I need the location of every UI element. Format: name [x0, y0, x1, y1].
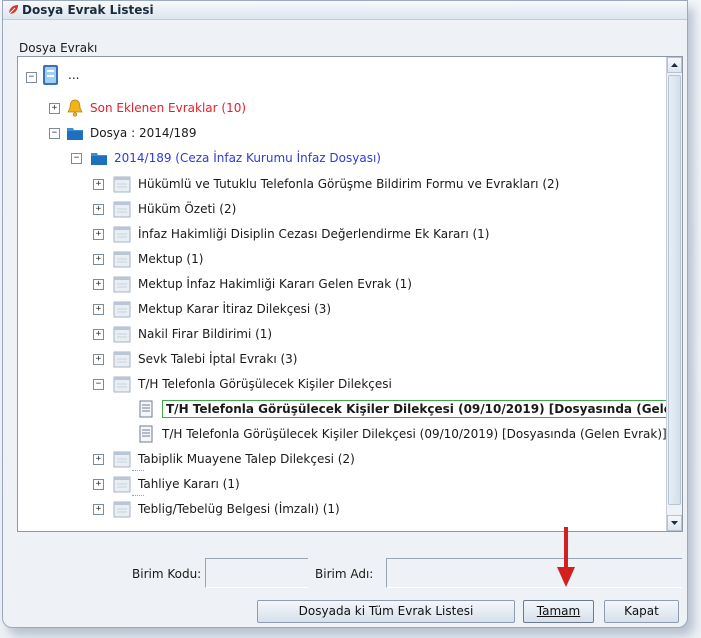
document-icon [113, 276, 131, 293]
tree-item-label: T/H Telefonla Görüşülecek Kişiler Dilekç… [162, 427, 667, 441]
group-label: Dosya Evrakı [19, 41, 98, 55]
tree-item-category[interactable]: Tahliye Kararı (1) [112, 473, 240, 495]
tree-item-category[interactable]: Nakil Firar Bildirimi (1) [112, 323, 272, 345]
vertical-scrollbar[interactable] [666, 57, 682, 531]
tree-item-category[interactable]: T/H Telefonla Görüşülecek Kişiler Dilekç… [112, 373, 392, 395]
tree-item-category[interactable]: İnfaz Hakimliği Disiplin Cezası Değerlen… [112, 223, 489, 245]
scroll-down-button[interactable] [667, 515, 682, 531]
document-icon [113, 251, 131, 268]
tree-item-label: 2014/189 (Ceza İnfaz Kurumu İnfaz Dosyas… [114, 151, 381, 165]
tree-item-label: Dosya : 2014/189 [90, 126, 197, 140]
tree-root-label: ... [68, 68, 80, 82]
document-icon [139, 400, 153, 418]
document-icon [139, 425, 153, 443]
unit-fields: Birim Kodu: Birim Adı: [17, 555, 682, 589]
tree-item-label: Mektup (1) [138, 252, 204, 266]
app-leaf-icon [8, 5, 18, 15]
tree-item-label: Tahliye Kararı (1) [138, 477, 240, 491]
scrollbar-thumb[interactable] [668, 75, 681, 505]
tree-connector [132, 470, 144, 471]
tree-item-label: İnfaz Hakimliği Disiplin Cezası Değerlen… [138, 227, 490, 241]
expand-toggle[interactable]: + [93, 279, 104, 290]
birim-kodu-label: Birim Kodu: [132, 567, 202, 581]
tree-item-label: Hüküm Özeti (2) [138, 202, 237, 216]
arrow-up-icon [671, 63, 678, 67]
document-tree[interactable]: − ... + Son Eklenen Evraklar (10) − Dosy… [17, 56, 683, 532]
window-title: Dosya Evrak Listesi [22, 3, 154, 17]
tree-item-category[interactable]: Mektup Karar İtiraz Dilekçesi (3) [112, 298, 331, 320]
tree-item-category[interactable]: Sevk Talebi İptal Evrakı (3) [112, 348, 297, 370]
all-documents-list-button[interactable]: Dosyada ki Tüm Evrak Listesi [257, 600, 515, 623]
document-icon [113, 501, 131, 518]
expand-toggle[interactable]: + [93, 254, 104, 265]
tree-item-category[interactable]: Teblig/Tebelüg Belgesi (İmzalı) (1) [112, 498, 340, 520]
document-icon [113, 376, 131, 393]
bottom-panel: Birim Kodu: Birim Adı: Dosyada ki Tüm Ev… [17, 531, 682, 623]
document-icon [113, 351, 131, 368]
title-bar[interactable]: Dosya Evrak Listesi [3, 1, 687, 20]
tree-item-label: Tabiplik Muayene Talep Dilekçesi (2) [138, 452, 355, 466]
birim-adi-label: Birim Adı: [315, 567, 374, 581]
tree-item-label: Mektup İnfaz Hakimliği Kararı Gelen Evra… [138, 277, 412, 291]
tree-item-recent[interactable]: Son Eklenen Evraklar (10) [66, 97, 246, 119]
birim-adi-field[interactable] [386, 558, 682, 588]
collapse-toggle[interactable]: − [49, 128, 60, 139]
tree-item-label: Son Eklenen Evraklar (10) [90, 101, 247, 115]
bell-icon [67, 99, 83, 117]
collapse-toggle[interactable]: − [93, 379, 104, 390]
tree-content: − ... + Son Eklenen Evraklar (10) − Dosy… [18, 57, 682, 531]
tree-item-category[interactable]: Mektup İnfaz Hakimliği Kararı Gelen Evra… [112, 273, 412, 295]
expand-toggle[interactable]: + [93, 354, 104, 365]
birim-kodu-field[interactable] [205, 558, 308, 588]
tree-item-label: T/H Telefonla Görüşülecek Kişiler Dilekç… [162, 400, 682, 418]
expand-toggle[interactable]: + [93, 329, 104, 340]
document-icon [113, 326, 131, 343]
tree-item-category[interactable]: Hüküm Özeti (2) [112, 198, 236, 220]
expand-toggle[interactable]: + [93, 304, 104, 315]
tree-item-label: Nakil Firar Bildirimi (1) [138, 327, 273, 341]
tree-item-category[interactable]: Mektup (1) [112, 248, 203, 270]
tree-item-label: Teblig/Tebelüg Belgesi (İmzalı) (1) [138, 502, 340, 516]
ok-button[interactable]: Tamam [523, 600, 594, 623]
tree-item-category[interactable]: Hükümlü ve Tutuklu Telefonla Görüşme Bil… [112, 173, 559, 195]
tree-item-label: Mektup Karar İtiraz Dilekçesi (3) [138, 302, 332, 316]
scroll-up-button[interactable] [667, 57, 682, 73]
expand-toggle[interactable]: + [93, 179, 104, 190]
collapse-toggle[interactable]: − [26, 72, 37, 83]
document-icon [113, 451, 131, 468]
close-button[interactable]: Kapat [604, 600, 679, 623]
blue-folder-icon [91, 153, 107, 165]
tree-item-dosya[interactable]: Dosya : 2014/189 [66, 122, 196, 144]
document-icon [113, 176, 131, 193]
tree-item-label: Hükümlü ve Tutuklu Telefonla Görüşme Bil… [138, 177, 560, 191]
expand-toggle[interactable]: + [49, 103, 60, 114]
expand-toggle[interactable]: + [93, 454, 104, 465]
expand-toggle[interactable]: + [93, 504, 104, 515]
tree-leaf-selected[interactable]: T/H Telefonla Görüşülecek Kişiler Dilekç… [136, 398, 682, 420]
arrow-down-icon [671, 521, 678, 525]
document-icon [113, 476, 131, 493]
expand-toggle[interactable]: + [93, 229, 104, 240]
tree-root[interactable]: ... [40, 64, 79, 86]
tree-item-label: T/H Telefonla Görüşülecek Kişiler Dilekç… [138, 377, 392, 391]
tree-item-category[interactable]: Tabiplik Muayene Talep Dilekçesi (2) [112, 448, 355, 470]
annotation-arrow-icon [557, 527, 575, 587]
expand-toggle[interactable]: + [93, 204, 104, 215]
expand-toggle[interactable]: + [93, 479, 104, 490]
document-icon [113, 201, 131, 218]
tree-item-label: Sevk Talebi İptal Evrakı (3) [138, 352, 298, 366]
document-icon [113, 226, 131, 243]
tree-leaf[interactable]: T/H Telefonla Görüşülecek Kişiler Dilekç… [136, 423, 667, 445]
collapse-toggle[interactable]: − [71, 153, 82, 164]
tree-connector [132, 495, 144, 496]
document-icon [113, 301, 131, 318]
blue-folder-icon [67, 128, 83, 140]
tree-item-case[interactable]: 2014/189 (Ceza İnfaz Kurumu İnfaz Dosyas… [90, 147, 381, 169]
document-cabinet-icon [43, 65, 58, 85]
